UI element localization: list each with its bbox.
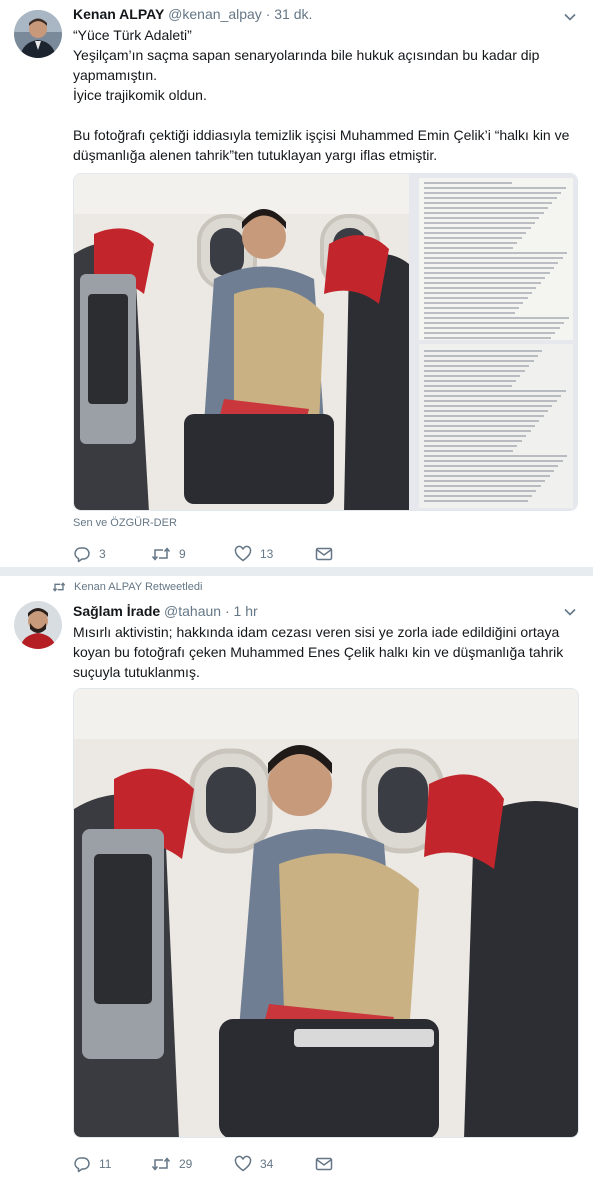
author-handle[interactable]: @tahaun [164,603,221,619]
retweet-count: 29 [179,1157,193,1171]
text-line [73,105,573,125]
text-line: İyice trajikomik oldun. [73,87,207,103]
reply-button[interactable]: 3 [73,545,106,563]
heart-icon [234,1155,252,1172]
tweet-media[interactable] [73,688,579,1138]
chevron-down-icon[interactable] [563,10,577,24]
liked-by[interactable]: Sen ve ÖZGÜR-DER [73,517,177,529]
tweet-saglam-irade[interactable]: Kenan ALPAY Retweetledi Sağlam İrade @ta… [0,577,593,1182]
separator-dot: · [224,603,230,619]
envelope-icon [315,1157,333,1171]
chevron-down-icon[interactable] [563,605,577,619]
retweet-icon [151,547,171,561]
text-line: Mısırlı aktivistin; hakkında idam cezası… [73,624,560,640]
reply-icon [74,1157,90,1173]
retweet-button[interactable]: 29 [151,1155,192,1173]
heart-icon [234,545,252,562]
retweeted-by-label: Kenan ALPAY Retweetledi [74,581,203,593]
text-line: Yeşilçam’ın saçma sapan senaryolarında b… [73,47,540,63]
tweet-divider [0,567,593,576]
document-text [424,182,570,504]
tweet-text: Mısırlı aktivistin; hakkında idam cezası… [73,622,586,682]
avatar[interactable] [14,10,62,58]
retweet-context[interactable]: Kenan ALPAY Retweetledi [52,581,202,593]
like-button[interactable]: 13 [234,545,273,563]
text-line: düşmanlığa alenen tahrik”ten tutuklayan … [73,147,438,163]
reply-icon [74,547,90,563]
text-line: koyan bu fotoğrafı çeken Muhammed Enes Ç… [73,644,564,660]
text-line: “Yüce Türk Adaleti” [73,27,192,43]
timestamp[interactable]: 31 dk. [274,6,312,22]
text-line: suçuyla tutuklanmış. [73,664,200,680]
text-line: Bu fotoğrafı çektiği iddiasıyla temizlik… [73,127,570,143]
retweet-count: 9 [179,547,186,561]
author-name[interactable]: Kenan ALPAY [73,6,164,22]
avatar[interactable] [14,601,62,649]
tweet-header: Sağlam İrade @tahaun · 1 hr [73,603,258,619]
author-handle[interactable]: @kenan_alpay [168,6,262,22]
reply-button[interactable]: 11 [73,1155,111,1173]
envelope-icon [315,547,333,561]
timestamp[interactable]: 1 hr [234,603,258,619]
like-button[interactable]: 34 [234,1155,273,1173]
retweet-button[interactable]: 9 [151,545,186,563]
reply-count: 11 [99,1157,112,1171]
tweet-kenan-alpay[interactable]: Kenan ALPAY @kenan_alpay · 31 dk. “Yüce … [0,0,593,567]
airplane-photo [74,689,578,1137]
dm-button[interactable] [315,545,333,563]
retweet-icon [52,582,66,592]
tweet-header: Kenan ALPAY @kenan_alpay · 31 dk. [73,6,312,22]
retweet-icon [151,1157,171,1171]
reply-count: 3 [99,547,106,561]
like-count: 34 [260,1157,274,1171]
tweet-actions: 11 29 34 [73,1155,353,1175]
text-line: yapmamıştın. [73,67,158,83]
separator-dot: · [265,6,271,22]
tweet-text: “Yüce Türk Adaleti” Yeşilçam’ın saçma sa… [73,25,573,165]
like-count: 13 [260,547,274,561]
dm-button[interactable] [315,1155,333,1173]
tweet-media[interactable] [73,173,578,511]
author-name[interactable]: Sağlam İrade [73,603,160,619]
tweet-actions: 3 9 13 [73,545,353,565]
